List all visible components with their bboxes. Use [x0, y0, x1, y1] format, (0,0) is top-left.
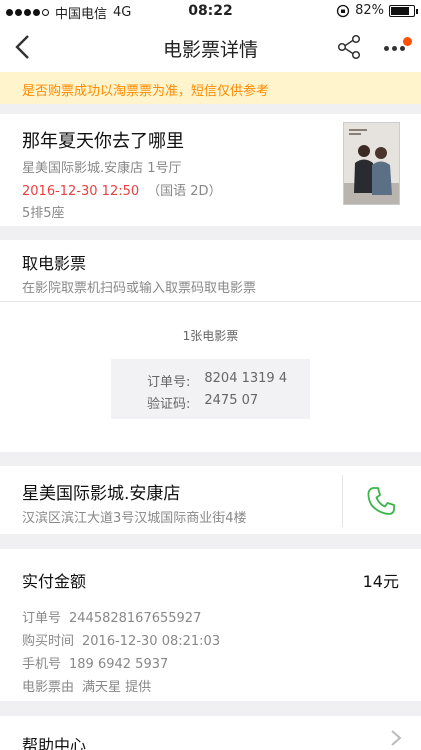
ticket-count: 1张电影票 — [182, 329, 239, 343]
order-id-value: 2445828167655927 — [69, 611, 202, 626]
battery-percent: 82% — [355, 3, 384, 18]
notification-badge — [403, 37, 412, 46]
divider — [0, 301, 421, 302]
more-menu-button[interactable] — [384, 36, 412, 58]
provider-value: 满天星 提供 — [82, 680, 152, 695]
store-address: 汉滨区滨江大道3号汉城国际商业街4楼 — [22, 511, 247, 526]
store-name: 星美国际影城.安康店 — [22, 484, 181, 504]
seat-info: 5排5座 — [22, 206, 65, 221]
verification-code-value: 2475 07 — [204, 393, 259, 408]
payment-card: 实付金额 14元 订单号 2445828167655927 购买时间 2016-12… — [0, 549, 421, 701]
purchase-time-label: 购买时间 — [22, 634, 75, 649]
showtime: 2016-12-30 12:50 （国语 2D） — [22, 180, 222, 199]
phone-icon[interactable] — [364, 484, 398, 518]
provider-label: 电影票由 — [22, 680, 75, 695]
order-id-row: 订单号 2445828167655927 — [22, 607, 201, 626]
order-number-row: 订单号: 8204 1319 4 — [147, 371, 287, 390]
cinema-store-card[interactable]: 星美国际影城.安康店 汉滨区滨江大道3号汉城国际商业街4楼 — [0, 466, 421, 534]
order-number-value: 8204 1319 4 — [204, 371, 288, 386]
ticket-pickup-card: 取电影票 在影院取票机扫码或输入取票码取电影票 1张电影票 订单号: 8204 … — [0, 240, 421, 452]
purchase-time-value: 2016-12-30 08:21:03 — [82, 634, 221, 649]
showtime-language: （国语 2D） — [147, 184, 222, 199]
showtime-datetime: 2016-12-30 12:50 — [22, 184, 140, 199]
amount-paid-label: 实付金额 — [22, 572, 87, 591]
phone-number-label: 手机号 — [22, 657, 62, 672]
nav-bar: 电影票详情 — [0, 22, 421, 72]
movie-title: 那年夏天你去了哪里 — [22, 131, 184, 152]
battery-icon — [389, 4, 418, 17]
poster-image — [344, 123, 399, 204]
amount-paid-value: 14元 — [362, 572, 399, 591]
status-right: 82% — [336, 3, 418, 18]
purchase-time-row: 购买时间 2016-12-30 08:21:03 — [22, 630, 220, 649]
order-id-label: 订单号 — [22, 611, 62, 626]
chevron-right-icon — [391, 730, 402, 746]
phone-number-row: 手机号 189 6942 5937 — [22, 653, 168, 672]
phone-number-value: 189 6942 5937 — [69, 657, 169, 672]
movie-poster[interactable] — [343, 122, 400, 205]
share-icon[interactable] — [336, 34, 362, 60]
orientation-lock-icon — [336, 4, 350, 17]
divider — [342, 475, 343, 527]
status-bar: 中国电信 4G 08:22 82% — [0, 0, 421, 22]
pickup-code-box: 订单号: 8204 1319 4 验证码: 2475 07 — [111, 359, 310, 419]
notice-banner: 是否购票成功以淘票票为准，短信仅供参考 — [0, 72, 421, 104]
pickup-instructions: 在影院取票机扫码或输入取票码取电影票 — [22, 281, 257, 296]
order-number-label: 订单号: — [147, 375, 191, 390]
more-icon — [384, 46, 405, 51]
verification-code-label: 验证码: — [147, 397, 191, 412]
provider-row: 电影票由 满天星 提供 — [22, 676, 151, 695]
cinema-hall: 星美国际影城.安康店 1号厅 — [22, 161, 182, 176]
pickup-heading: 取电影票 — [22, 254, 87, 273]
help-center-label: 帮助中心 — [22, 736, 87, 750]
verification-code-row: 验证码: 2475 07 — [147, 393, 258, 412]
help-center-row[interactable]: 帮助中心 — [0, 716, 421, 750]
